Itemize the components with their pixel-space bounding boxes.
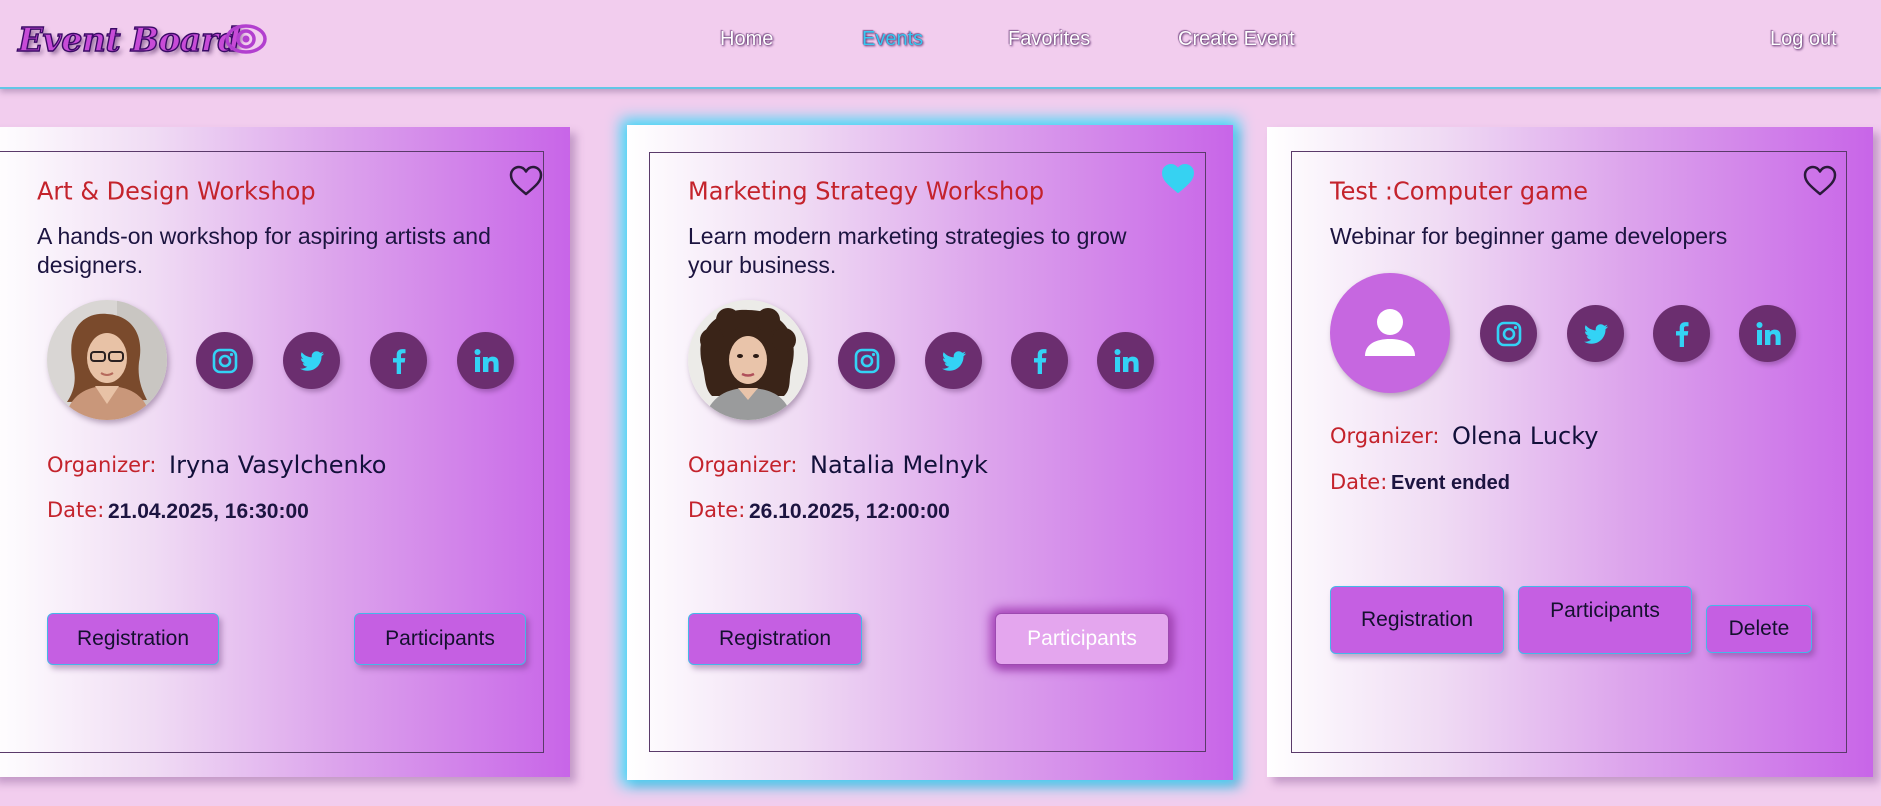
facebook-icon: [1675, 321, 1688, 347]
participants-button[interactable]: Participants: [1518, 586, 1692, 654]
nav-favorites[interactable]: Favorites: [1008, 28, 1090, 51]
twitter-icon: [941, 350, 966, 371]
instagram-button[interactable]: [196, 332, 253, 389]
organizer-name: Olena Lucky: [1452, 422, 1599, 450]
linkedin-icon: [474, 348, 499, 372]
event-date: Event ended: [1391, 472, 1510, 494]
instagram-button[interactable]: [1480, 305, 1537, 362]
top-nav-bar: Event Board Home Events Favorites Create…: [0, 0, 1881, 89]
event-card: Marketing Strategy Workshop Learn modern…: [627, 125, 1233, 780]
linkedin-button[interactable]: [1739, 305, 1796, 362]
participants-button[interactable]: Participants: [995, 613, 1169, 665]
event-description: A hands-on workshop for aspiring artists…: [37, 223, 491, 278]
facebook-icon: [1033, 348, 1046, 374]
participants-button[interactable]: Participants: [354, 613, 526, 665]
instagram-icon: [212, 348, 237, 373]
organizer-name: Natalia Melnyk: [810, 451, 988, 479]
twitter-button[interactable]: [1567, 305, 1624, 362]
organizer-label: Organizer:: [1330, 424, 1440, 448]
organizer-avatar: [688, 300, 808, 420]
linkedin-button[interactable]: [1097, 332, 1154, 389]
app-logo[interactable]: Event Board: [17, 19, 241, 59]
date-label: Date:: [47, 498, 105, 522]
organizer-label: Organizer:: [47, 453, 157, 477]
linkedin-icon: [1114, 348, 1139, 372]
facebook-button[interactable]: [1653, 305, 1710, 362]
default-user-icon: [1365, 309, 1415, 356]
event-card: Art & Design Workshop A hands-on worksho…: [0, 127, 570, 777]
event-description: Learn modern marketing strategies to gro…: [688, 223, 1127, 278]
default-user-avatar: [1330, 273, 1450, 393]
registration-button[interactable]: Registration: [1330, 586, 1504, 654]
heart-filled-icon[interactable]: [1161, 163, 1195, 195]
nav-create-event[interactable]: Create Event: [1178, 28, 1295, 51]
event-date: 21.04.2025, 16:30:00: [108, 500, 309, 523]
event-title: Art & Design Workshop: [37, 176, 316, 206]
date-label: Date:: [1330, 470, 1388, 494]
event-title: Test :Computer game: [1330, 176, 1588, 206]
heart-outline-icon[interactable]: [1803, 165, 1837, 197]
heart-outline-icon[interactable]: [509, 165, 543, 197]
logout-link[interactable]: Log out: [1770, 28, 1837, 51]
twitter-button[interactable]: [283, 332, 340, 389]
organizer-name: Iryna Vasylchenko: [169, 451, 387, 479]
event-description: Webinar for beginner game developers: [1330, 223, 1728, 249]
nav-home[interactable]: Home: [720, 28, 773, 51]
facebook-button[interactable]: [370, 332, 427, 389]
facebook-button[interactable]: [1011, 332, 1068, 389]
organizer-avatar: [47, 300, 167, 420]
linkedin-button[interactable]: [457, 332, 514, 389]
linkedin-icon: [1756, 321, 1781, 345]
event-card: Test :Computer game Webinar for beginner…: [1267, 127, 1873, 777]
event-title: Marketing Strategy Workshop: [688, 176, 1045, 206]
nav-events[interactable]: Events: [862, 28, 923, 51]
instagram-icon: [1496, 321, 1521, 346]
twitter-icon: [1583, 323, 1608, 344]
organizer-label: Organizer:: [688, 453, 798, 477]
facebook-icon: [392, 348, 405, 374]
twitter-button[interactable]: [925, 332, 982, 389]
eye-icon: [225, 24, 267, 54]
instagram-icon: [854, 348, 879, 373]
twitter-icon: [299, 350, 324, 371]
event-date: 26.10.2025, 12:00:00: [749, 500, 950, 523]
instagram-button[interactable]: [838, 332, 895, 389]
delete-button[interactable]: Delete: [1706, 605, 1812, 653]
date-label: Date:: [688, 498, 746, 522]
registration-button[interactable]: Registration: [688, 613, 862, 665]
registration-button[interactable]: Registration: [47, 613, 219, 665]
